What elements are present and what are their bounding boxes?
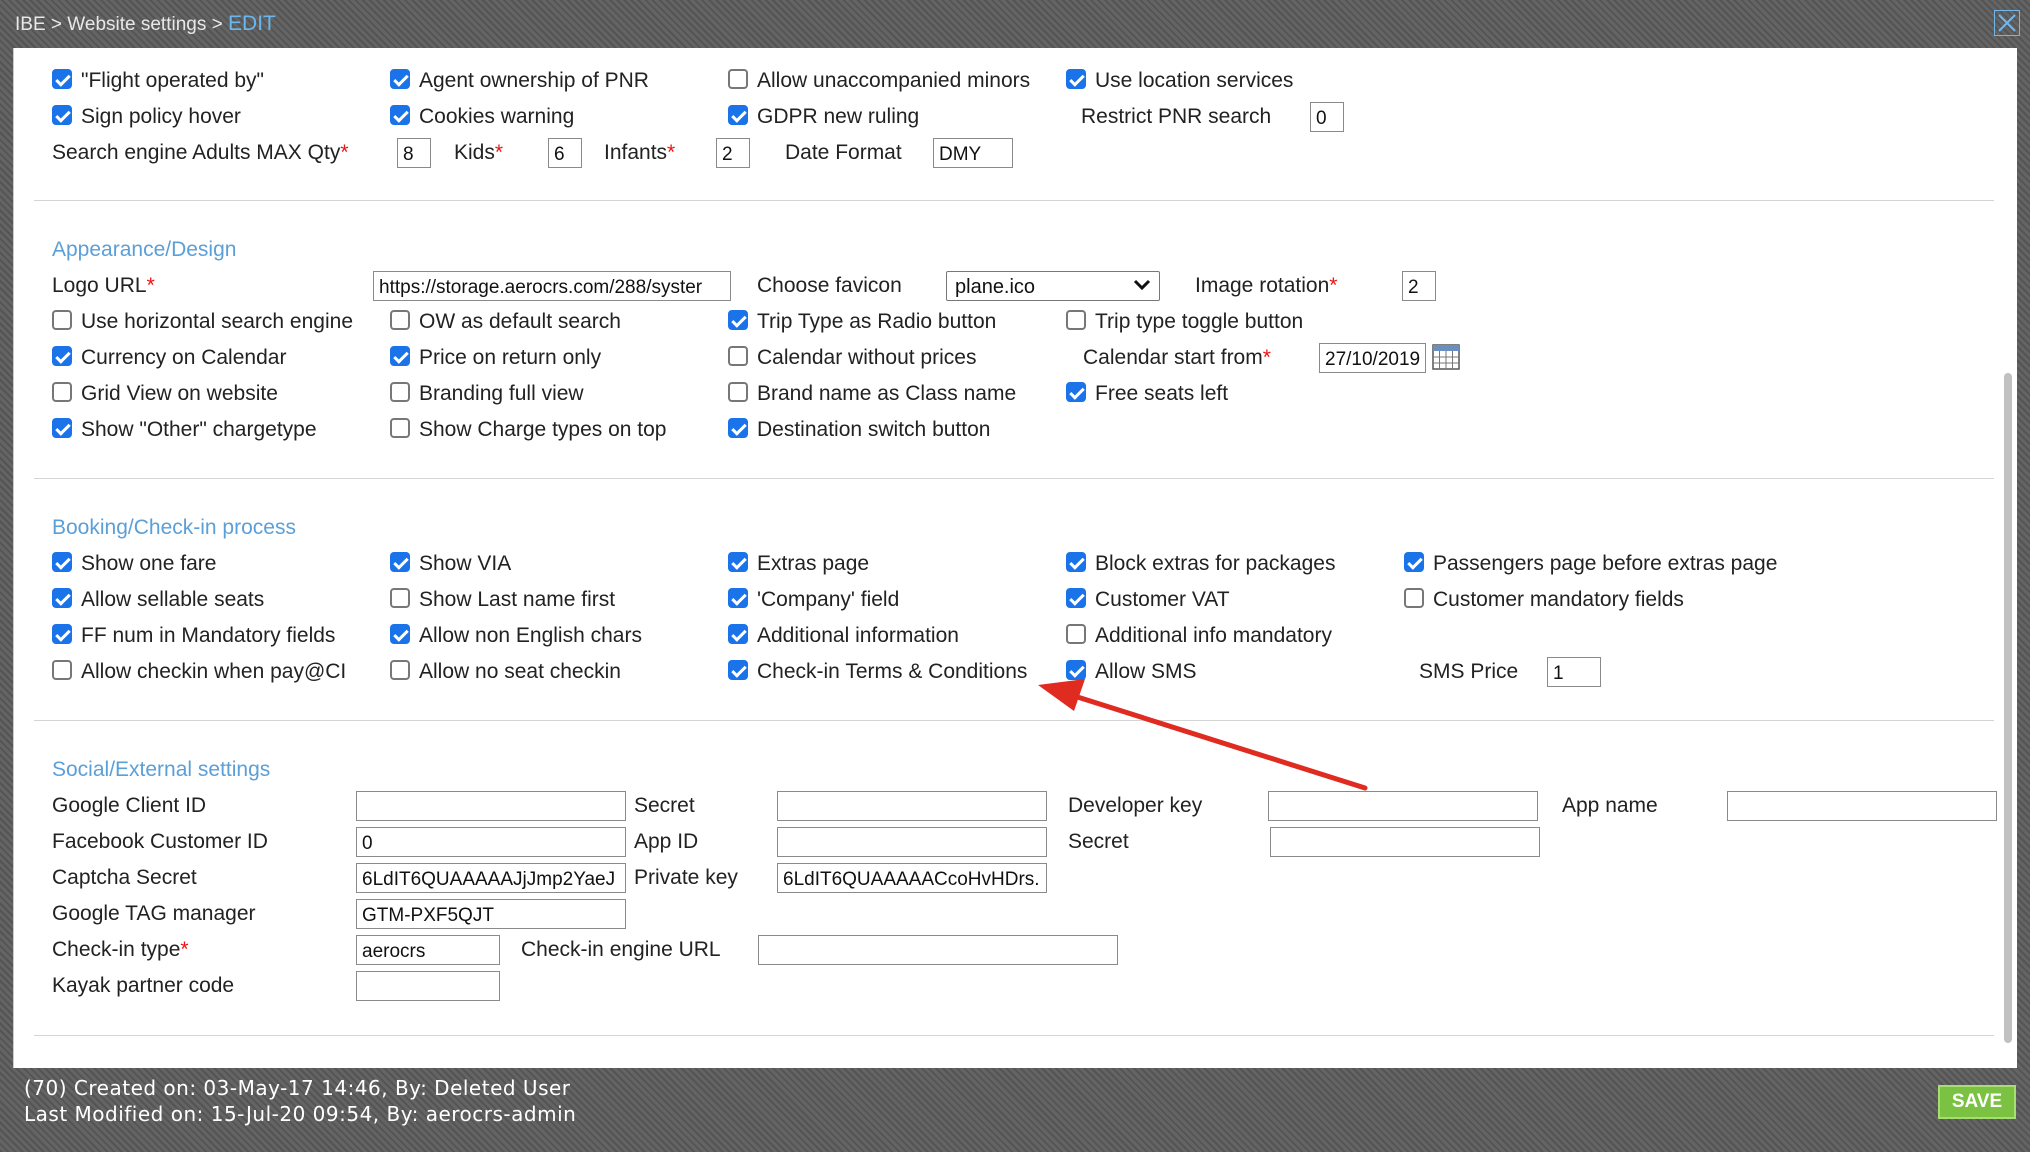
save-button[interactable]: SAVE: [1938, 1085, 2016, 1119]
record-info: (70) Created on: 03-May-17 14:46, By: De…: [24, 1075, 576, 1127]
annotation-arrow: [1038, 679, 1368, 791]
modified-info: Last Modified on: 15-Jul-20 09:54, By: a…: [24, 1102, 577, 1126]
created-info: (70) Created on: 03-May-17 14:46, By: De…: [24, 1076, 571, 1100]
